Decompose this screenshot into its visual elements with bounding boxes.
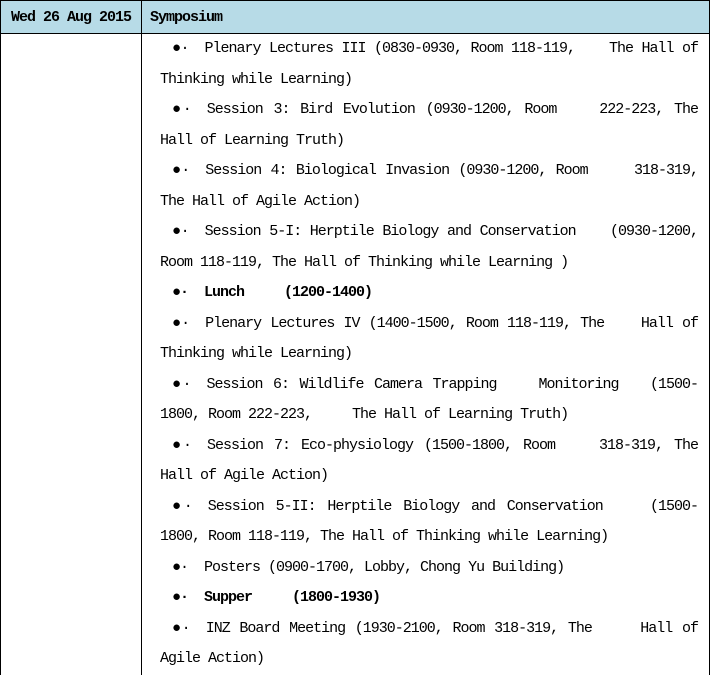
item-text: Session 7: Eco-physiology (1500-1800, Ro… [160,437,706,485]
bullet-icon: ●· [172,620,206,637]
bullet-icon: ●· [172,223,205,240]
header-row: Wed 26 Aug 2015 Symposium [1,1,710,34]
bullet-icon: ●· [172,559,204,576]
bullet-icon: ●· [172,284,204,301]
item-text: Plenary Lectures IV (1400-1500, Room 118… [160,315,706,363]
bullet-icon: ●· [172,40,205,57]
schedule-item: ●·Session 7: Eco-physiology (1500-1800, … [160,431,698,492]
schedule-item: ●·Session 5-II: Herptile Biology and Con… [160,492,698,553]
item-text: Session 3: Bird Evolution (0930-1200, Ro… [160,101,706,149]
item-text: Lunch (1200-1400) [204,284,372,301]
item-text: Session 6: Wildlife Camera Trapping Moni… [160,376,698,424]
schedule-item: ●·Plenary Lectures III (0830-0930, Room … [160,34,698,95]
bullet-icon: ●· [172,498,208,515]
header-date-label: Wed 26 Aug 2015 [11,9,131,26]
schedule-item-lunch: ●·Lunch (1200-1400) [160,278,698,309]
schedule-item: ●·Plenary Lectures IV (1400-1500, Room 1… [160,309,698,370]
item-text: Session 5-I: Herptile Biology and Conser… [160,223,706,271]
schedule-item: ●·Posters (0900-1700, Lobby, Chong Yu Bu… [160,553,698,584]
item-text: Session 5-II: Herptile Biology and Conse… [160,498,698,546]
schedule-item: ●·Session 4: Biological Invasion (0930-1… [160,156,698,217]
item-text: Plenary Lectures III (0830-0930, Room 11… [160,40,706,88]
bullet-icon: ●· [172,376,207,393]
body-row: ●·Plenary Lectures III (0830-0930, Room … [1,34,710,675]
schedule-item-supper: ●·Supper (1800-1930) [160,583,698,614]
header-date-cell: Wed 26 Aug 2015 [1,1,142,34]
header-title-label: Symposium [150,9,222,26]
bullet-icon: ●· [172,162,205,179]
bullet-icon: ●· [172,589,204,606]
symposium-content-cell: ●·Plenary Lectures III (0830-0930, Room … [142,34,710,675]
item-text: Supper (1800-1930) [204,589,380,606]
schedule-item: ●·Session 3: Bird Evolution (0930-1200, … [160,95,698,156]
schedule-item: ●·INZ Board Meeting (1930-2100, Room 318… [160,614,698,675]
schedule-table: Wed 26 Aug 2015 Symposium ●·Plenary Lect… [0,0,710,675]
date-column-cell [1,34,142,675]
schedule-item: ●·Session 5-I: Herptile Biology and Cons… [160,217,698,278]
item-text: Posters (0900-1700, Lobby, Chong Yu Buil… [204,559,564,576]
bullet-icon: ●· [172,437,207,454]
bullet-icon: ●· [172,101,207,118]
header-symposium-cell: Symposium [142,1,710,34]
item-text: Session 4: Biological Invasion (0930-120… [160,162,706,210]
item-text: INZ Board Meeting (1930-2100, Room 318-3… [160,620,706,668]
schedule-item: ●·Session 6: Wildlife Camera Trapping Mo… [160,370,698,431]
bullet-icon: ●· [172,315,205,332]
